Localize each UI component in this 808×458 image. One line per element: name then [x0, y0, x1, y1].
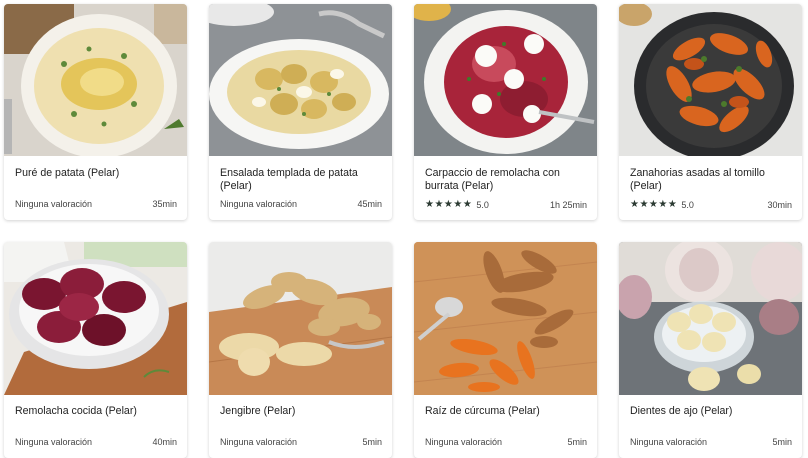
recipe-rating: Ninguna valoración — [630, 437, 707, 447]
rating-text: Ninguna valoración — [220, 437, 298, 447]
recipe-meta: Ninguna valoración 5min — [220, 437, 382, 447]
rating-text: Ninguna valoración — [425, 437, 503, 447]
rating-text: Ninguna valoración — [15, 199, 93, 209]
recipe-title[interactable]: Jengibre (Pelar) — [209, 405, 392, 418]
recipe-card-ensalada-patata[interactable]: Ensalada templada de patata (Pelar) Ning… — [209, 4, 392, 220]
recipe-time: 5min — [362, 437, 382, 447]
recipe-meta: ★★★★★ 5.0 1h 25min — [425, 199, 587, 210]
recipe-time: 35min — [152, 199, 177, 209]
recipe-title[interactable]: Raíz de cúrcuma (Pelar) — [414, 405, 597, 418]
recipe-meta: Ninguna valoración 5min — [630, 437, 792, 447]
recipe-image-raiz-curcuma[interactable] — [414, 242, 597, 395]
recipe-meta: Ninguna valoración 40min — [15, 437, 177, 447]
recipe-card-jengibre[interactable]: Jengibre (Pelar) Ninguna valoración 5min — [209, 242, 392, 458]
recipe-image-jengibre[interactable] — [209, 242, 392, 395]
recipe-rating: ★★★★★ 5.0 — [425, 199, 489, 210]
recipe-image-pure-patata[interactable] — [4, 4, 187, 156]
rating-text: Ninguna valoración — [15, 437, 93, 447]
recipe-rating: Ninguna valoración — [220, 437, 297, 447]
recipe-image-carpaccio-remolacha[interactable] — [414, 4, 597, 156]
recipe-image-ensalada-patata[interactable] — [209, 4, 392, 156]
recipe-time: 45min — [357, 199, 382, 209]
recipe-time: 40min — [152, 437, 177, 447]
recipe-meta: Ninguna valoración 5min — [425, 437, 587, 447]
rating-text: 5.0 — [681, 199, 694, 210]
rating-stars-icon: ★★★★★ — [425, 199, 473, 210]
rating-text: 5.0 — [476, 199, 489, 210]
recipe-time: 1h 25min — [549, 199, 587, 210]
recipe-card-pure-patata[interactable]: Puré de patata (Pelar) Ninguna valoració… — [4, 4, 187, 220]
recipe-meta: Ninguna valoración 45min — [220, 199, 382, 209]
recipe-time: 5min — [772, 437, 792, 447]
recipe-image-remolacha-cocida[interactable] — [4, 242, 187, 395]
recipe-rating: Ninguna valoración — [425, 437, 502, 447]
rating-text: Ninguna valoración — [630, 437, 708, 447]
recipe-title[interactable]: Ensalada templada de patata (Pelar) — [209, 167, 392, 193]
recipe-card-remolacha-cocida[interactable]: Remolacha cocida (Pelar) Ninguna valorac… — [4, 242, 187, 458]
rating-stars-icon: ★★★★★ — [630, 199, 678, 210]
recipe-title[interactable]: Remolacha cocida (Pelar) — [4, 405, 187, 418]
recipe-card-zanahorias-asadas[interactable]: Zanahorias asadas al tomillo (Pelar) ★★★… — [619, 4, 802, 220]
recipe-time: 30min — [767, 199, 792, 210]
recipe-card-carpaccio-remolacha[interactable]: Carpaccio de remolacha con burrata (Pela… — [414, 4, 597, 220]
recipe-title[interactable]: Puré de patata (Pelar) — [4, 167, 187, 180]
recipe-meta: Ninguna valoración 35min — [15, 199, 177, 209]
recipe-rating: ★★★★★ 5.0 — [630, 199, 694, 210]
rating-text: Ninguna valoración — [220, 199, 298, 209]
recipe-title[interactable]: Zanahorias asadas al tomillo (Pelar) — [619, 167, 802, 193]
recipe-card-raiz-curcuma[interactable]: Raíz de cúrcuma (Pelar) Ninguna valoraci… — [414, 242, 597, 458]
recipe-card-dientes-ajo[interactable]: Dientes de ajo (Pelar) Ninguna valoració… — [619, 242, 802, 458]
recipe-rating: Ninguna valoración — [15, 437, 92, 447]
recipe-title[interactable]: Carpaccio de remolacha con burrata (Pela… — [414, 167, 597, 193]
recipe-title[interactable]: Dientes de ajo (Pelar) — [619, 405, 802, 418]
recipe-meta: ★★★★★ 5.0 30min — [630, 199, 792, 210]
recipe-rating: Ninguna valoración — [15, 199, 92, 209]
recipe-time: 5min — [567, 437, 587, 447]
recipe-image-zanahorias-asadas[interactable] — [619, 4, 802, 156]
recipe-rating: Ninguna valoración — [220, 199, 297, 209]
recipe-image-dientes-ajo[interactable] — [619, 242, 802, 395]
